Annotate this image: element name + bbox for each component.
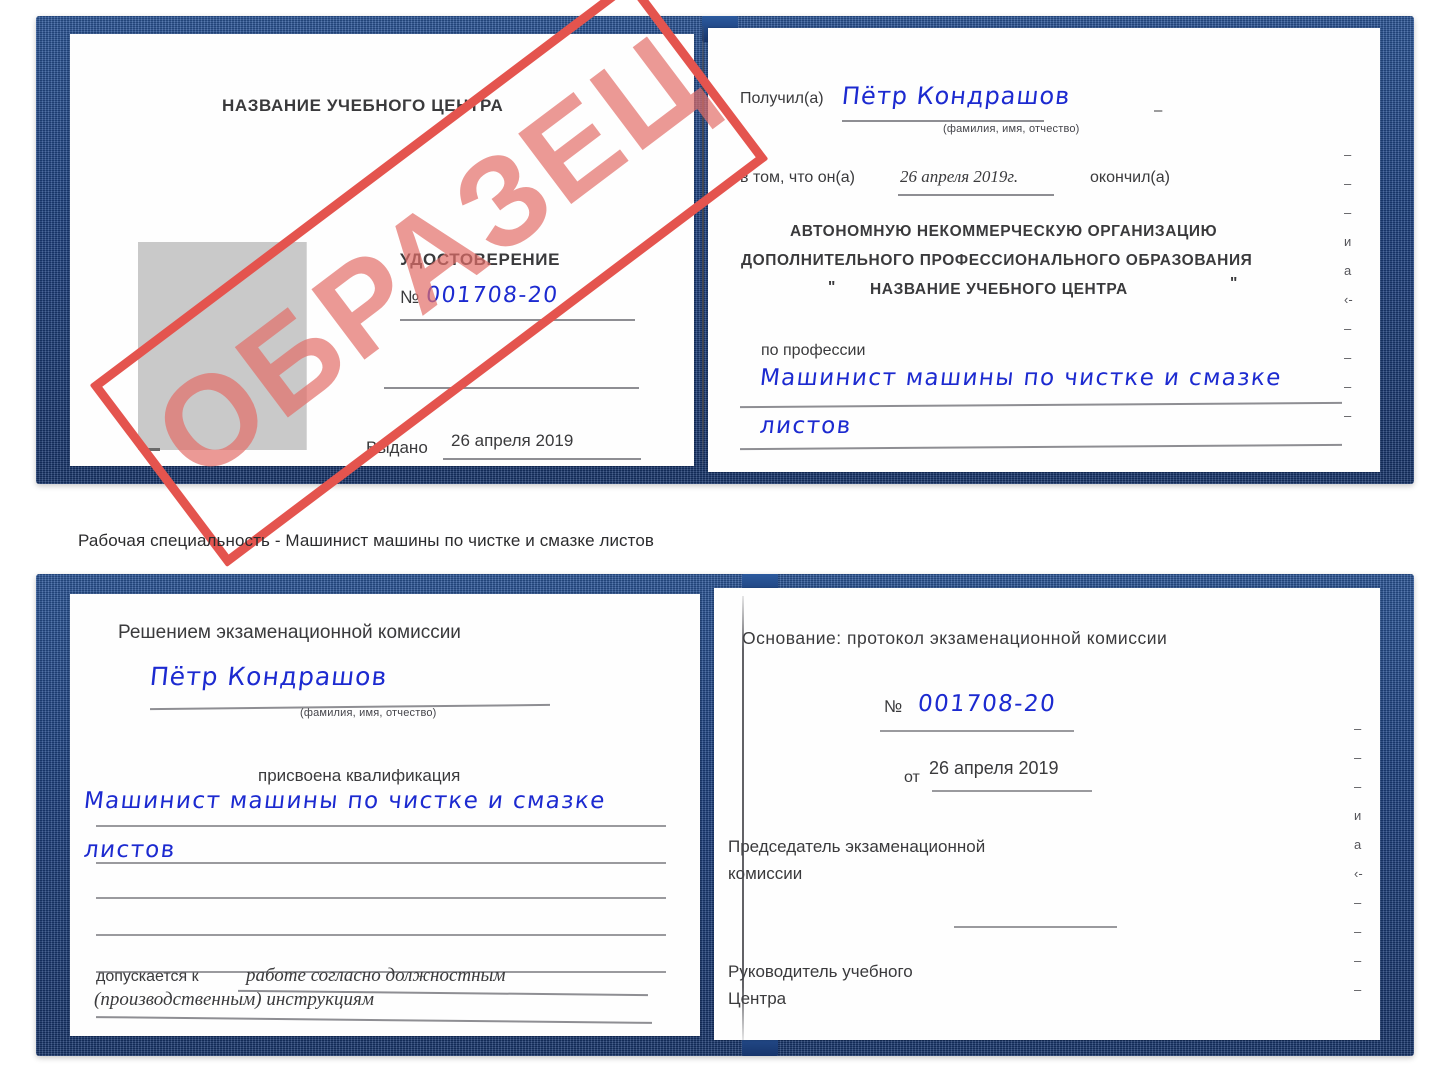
org-quote-close: " [1230,275,1238,292]
profession-line-1: Машинист машины по чистке и смазке [758,365,1284,391]
edge-char: – [1354,721,1362,736]
org-title-top-left: НАЗВАНИЕ УЧЕБНОГО ЦЕНТРА [222,96,504,115]
edge-char: – [1354,779,1362,794]
edge-char: – [1344,350,1352,365]
from-rule [932,790,1092,792]
edge-char: а [1354,837,1362,852]
document-title: УДОСТОВЕРЕНИЕ [400,250,561,269]
basis-label: Основание: протокол экзаменационной коми… [742,628,1168,648]
issued-rule [443,458,641,460]
from-date: 26 апреля 2019 [929,758,1059,778]
center-fold-top [702,26,704,466]
org-line-1: АВТОНОМНУЮ НЕКОММЕРЧЕСКУЮ ОРГАНИЗАЦИЮ [790,223,1218,240]
head-line-1: Руководитель учебного [728,962,913,981]
edge-char: и [1354,808,1362,823]
edge-char: а [1344,263,1352,278]
profession-rule-1 [740,401,1342,408]
number-symbol-top: № [400,287,420,307]
name-hint-top: (фамилия, имя, отчество) [943,123,1080,135]
qualification-rule-2 [96,862,666,864]
head-line-2: Центра [728,989,787,1008]
edge-char: – [1344,176,1352,191]
org-name: НАЗВАНИЕ УЧЕБНОГО ЦЕНТРА [870,281,1128,298]
admitted-label: допускается к [96,968,199,985]
decision-name: Пётр Кондрашов [148,662,389,691]
qualification-rule-1 [96,825,666,827]
number-rule-top [400,319,635,321]
commission-title: Решением экзаменационной комиссии [118,622,461,643]
received-label: Получил(а) [740,90,824,107]
received-rule [842,120,1044,122]
admitted-rule-2 [96,1016,652,1024]
received-name: Пётр Кондрашов [840,82,1072,110]
qualification-line-1: Машинист машины по чистке и смазке [82,788,608,814]
chairman-signature-rule [954,926,1117,928]
edge-char: – [1344,321,1352,336]
center-fold-bottom [742,596,744,1040]
edge-char: – [1354,953,1362,968]
org-quote-open: " [828,279,836,296]
chairman-line-1: Председатель экзаменационной [728,837,986,856]
edge-char: – [1344,408,1352,423]
qualification-label: присвоена квалификация [258,766,461,785]
completed-date: 26 апреля 2019г. [900,167,1019,186]
issued-date: 26 апреля 2019 [451,431,574,450]
in-that-label: в том, что он(а) [740,169,855,186]
profession-rule-2 [740,443,1342,450]
certificate-bottom-right-page: Основание: протокол экзаменационной коми… [714,588,1380,1040]
completed-rule [898,194,1054,196]
dash-marker-top-1: – [1154,102,1163,119]
number-value-top: 001708-20 [424,283,560,308]
org-line-2: ДОПОЛНИТЕЛЬНОГО ПРОФЕССИОНАЛЬНОГО ОБРАЗО… [741,252,1253,269]
blank-rule-b1 [96,897,666,899]
admitted-value-2: (производственным) инструкциям [94,989,374,1010]
edge-char: – [1344,147,1352,162]
edge-char: ‹- [1354,866,1363,881]
photo-notch [142,448,160,451]
certificate-top-right-page: Получил(а) Пётр Кондрашов (фамилия, имя,… [708,28,1380,472]
name-hint-bottom: (фамилия, имя, отчество) [300,707,437,719]
number-symbol-bottom: № [884,697,903,716]
blank-rule-b2 [96,934,666,936]
number-value-bottom: 001708-20 [916,691,1058,717]
edge-char: – [1354,982,1362,997]
edge-char: – [1344,205,1352,220]
blank-rule-top [384,387,639,389]
profession-label: по профессии [761,342,866,359]
edge-char: – [1354,924,1362,939]
qualification-line-2: листов [82,837,178,863]
certificate-top: НАЗВАНИЕ УЧЕБНОГО ЦЕНТРА УДОСТОВЕРЕНИЕ №… [36,16,1414,484]
edge-char: ‹- [1344,292,1353,307]
page-edge-characters-top: – – – и а ‹- – – – – [1344,140,1353,430]
admitted-value-1: работе согласно должностным [246,965,506,986]
page-edge-characters-bottom: – – – и а ‹- – – – – [1354,714,1363,1004]
issued-label: Выдано [366,438,428,457]
edge-char: – [1354,895,1362,910]
edge-char: – [1354,750,1362,765]
edge-char: и [1344,234,1352,249]
finished-label: окончил(а) [1090,169,1170,186]
number-rule-bottom [880,730,1074,732]
profession-line-2: листов [758,413,854,439]
caption-text: Рабочая специальность - Машинист машины … [78,531,655,550]
certificate-top-left-page: НАЗВАНИЕ УЧЕБНОГО ЦЕНТРА УДОСТОВЕРЕНИЕ №… [70,34,694,466]
edge-char: – [1344,379,1352,394]
photo-placeholder [138,242,307,450]
certificate-bottom-left-page: Решением экзаменационной комиссии Пётр К… [70,594,700,1036]
chairman-line-2: комиссии [728,864,803,883]
from-label: от [904,769,920,786]
certificate-bottom: Решением экзаменационной комиссии Пётр К… [36,574,1414,1056]
